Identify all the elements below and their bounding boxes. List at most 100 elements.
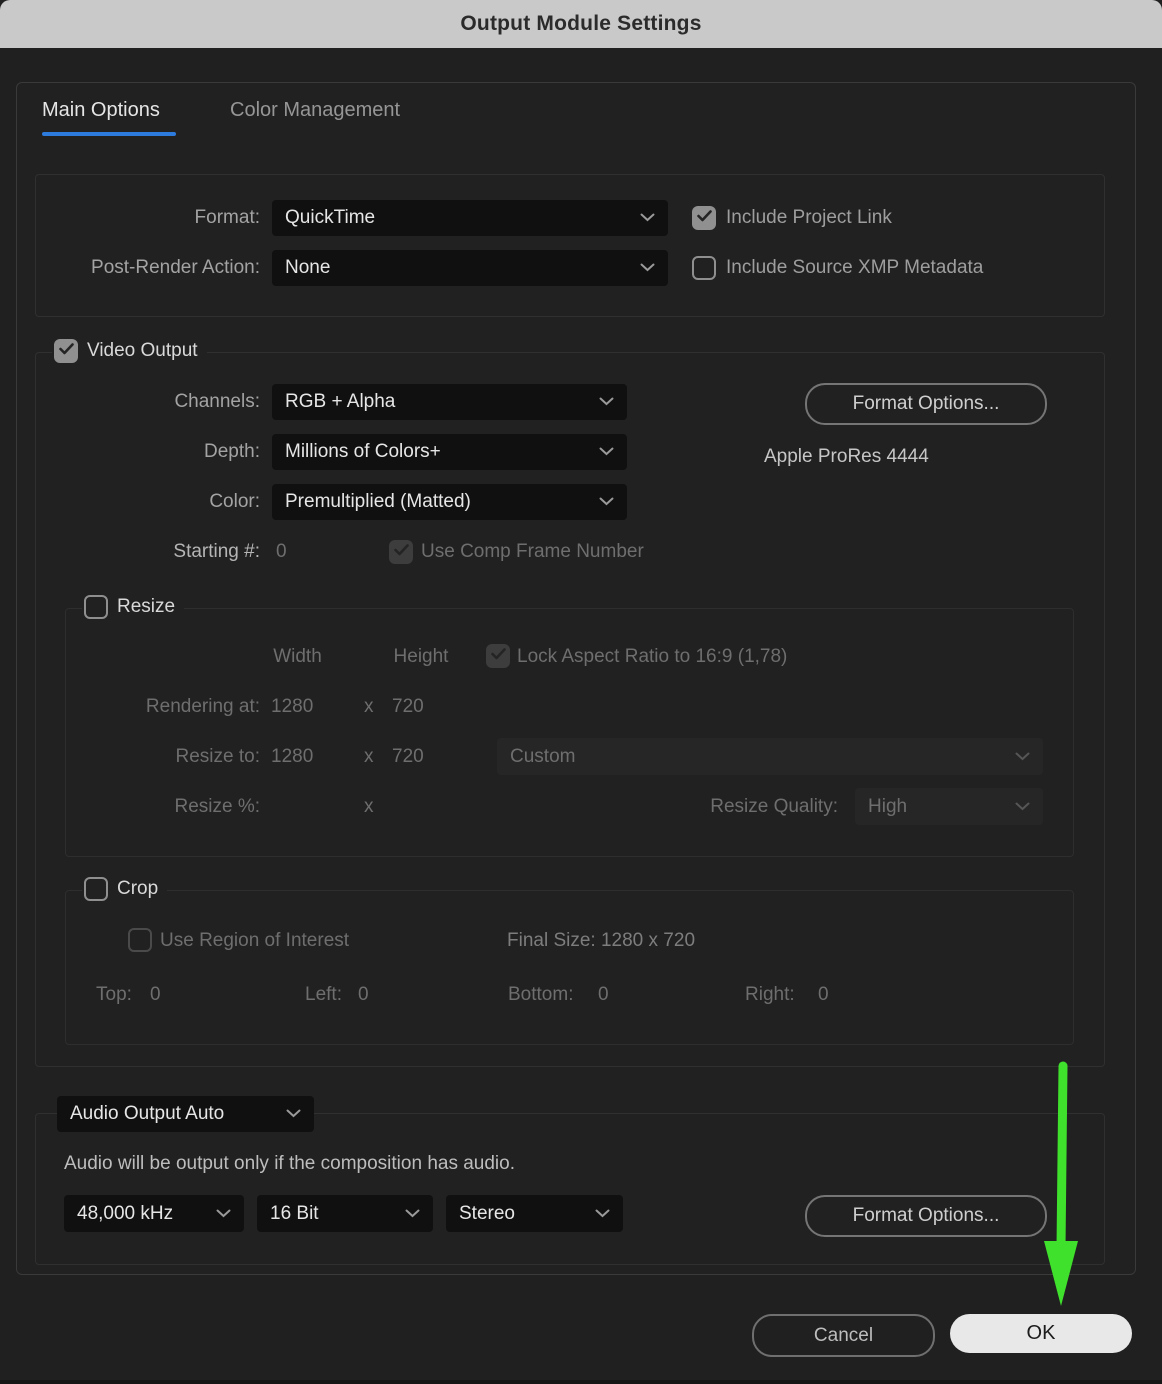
format-label: Format: [195,207,260,229]
use-region-of-interest-checkbox [128,928,152,952]
check-icon [394,543,409,561]
crop-legend: Crop [82,877,167,901]
resize-preset-dropdown: Custom [497,738,1043,775]
lock-aspect-label: Lock Aspect Ratio to 16:9 (1,78) [517,646,787,668]
chevron-down-icon [595,1205,610,1223]
depth-dropdown[interactable]: Millions of Colors+ [272,434,627,470]
resize-quality-dropdown: High [855,788,1043,825]
resize-width-value: 1280 [271,746,313,768]
chevron-down-icon [216,1205,231,1223]
audio-channels-value: Stereo [459,1203,515,1225]
use-comp-frame-label: Use Comp Frame Number [421,541,644,563]
chevron-down-icon [1015,748,1030,766]
crop-left-label: Left: [305,984,342,1006]
color-label: Color: [209,491,260,513]
resize-height-value: 720 [392,746,424,768]
width-header: Width [270,646,325,668]
format-dropdown[interactable]: QuickTime [272,200,668,236]
audio-output-mode-dropdown[interactable]: Audio Output Auto [57,1096,314,1132]
chevron-down-icon [599,393,614,411]
post-render-action-value: None [285,257,330,279]
starting-number-value[interactable]: 0 [276,541,287,563]
audio-groupbox [35,1113,1105,1265]
resize-quality-label: Resize Quality: [710,796,838,818]
crop-right-value: 0 [818,984,829,1006]
annotation-arrow-down-icon [1035,1058,1095,1313]
channels-value: RGB + Alpha [285,391,395,413]
crop-label: Crop [117,878,158,900]
audio-bit-depth-value: 16 Bit [270,1203,319,1225]
resize-checkbox[interactable] [84,595,108,619]
codec-name-text: Apple ProRes 4444 [764,446,929,468]
audio-sample-rate-dropdown[interactable]: 48,000 kHz [64,1195,244,1232]
tab-main-options[interactable]: Main Options [42,99,160,122]
include-xmp-label: Include Source XMP Metadata [726,257,983,279]
depth-value: Millions of Colors+ [285,441,441,463]
include-project-link-checkbox[interactable] [692,206,716,230]
resize-label: Resize [117,596,175,618]
dimension-separator: x [364,696,374,718]
include-project-link-label: Include Project Link [726,207,892,229]
rendering-height-value: 720 [392,696,424,718]
height-header: Height [390,646,452,668]
use-region-of-interest-label: Use Region of Interest [160,930,349,952]
check-icon [59,342,74,360]
dialog-titlebar: Output Module Settings [0,0,1162,48]
rendering-at-label: Rendering at: [146,696,260,718]
window-bottom-edge [0,1380,1162,1384]
crop-bottom-value: 0 [598,984,609,1006]
tab-active-underline [42,132,176,136]
resize-to-label: Resize to: [176,746,260,768]
chevron-down-icon [286,1105,301,1123]
resize-preset-value: Custom [510,746,575,768]
crop-bottom-label: Bottom: [508,984,573,1006]
output-module-settings-dialog: Output Module Settings Main Options Colo… [0,0,1162,1384]
use-comp-frame-checkbox [389,540,413,564]
audio-output-mode-value: Audio Output Auto [70,1103,224,1125]
lock-aspect-checkbox [486,644,510,668]
audio-note-text: Audio will be output only if the composi… [64,1153,515,1175]
video-output-label: Video Output [87,340,198,362]
color-value: Premultiplied (Matted) [285,491,471,513]
ok-button[interactable]: OK [950,1314,1132,1353]
crop-groupbox [65,890,1074,1045]
check-icon [697,209,712,227]
crop-checkbox[interactable] [84,877,108,901]
dialog-title: Output Module Settings [460,12,701,36]
include-xmp-checkbox[interactable] [692,256,716,280]
depth-label: Depth: [204,441,260,463]
post-render-action-dropdown[interactable]: None [272,250,668,286]
chevron-down-icon [599,493,614,511]
post-render-action-label: Post-Render Action: [91,257,260,279]
audio-sample-rate-value: 48,000 kHz [77,1203,173,1225]
crop-top-value: 0 [150,984,161,1006]
crop-right-label: Right: [745,984,795,1006]
audio-format-options-button[interactable]: Format Options... [805,1195,1047,1237]
chevron-down-icon [640,209,655,227]
resize-quality-value: High [868,796,907,818]
resize-legend: Resize [82,595,184,619]
tab-color-management[interactable]: Color Management [230,99,400,122]
crop-left-value: 0 [358,984,369,1006]
format-groupbox [35,174,1105,317]
audio-channels-dropdown[interactable]: Stereo [446,1195,623,1232]
crop-top-label: Top: [96,984,132,1006]
rendering-width-value: 1280 [271,696,313,718]
color-dropdown[interactable]: Premultiplied (Matted) [272,484,627,520]
dimension-separator: x [364,746,374,768]
chevron-down-icon [405,1205,420,1223]
starting-number-label: Starting #: [173,541,260,563]
format-dropdown-value: QuickTime [285,207,375,229]
check-icon [491,647,506,665]
channels-dropdown[interactable]: RGB + Alpha [272,384,627,420]
chevron-down-icon [640,259,655,277]
audio-bit-depth-dropdown[interactable]: 16 Bit [257,1195,433,1232]
dimension-separator: x [364,796,374,818]
cancel-button[interactable]: Cancel [752,1314,935,1357]
video-output-checkbox[interactable] [54,339,78,363]
final-size-text: Final Size: 1280 x 720 [507,930,695,952]
resize-percent-label: Resize %: [174,796,260,818]
chevron-down-icon [599,443,614,461]
video-format-options-button[interactable]: Format Options... [805,383,1047,425]
channels-label: Channels: [174,391,260,413]
